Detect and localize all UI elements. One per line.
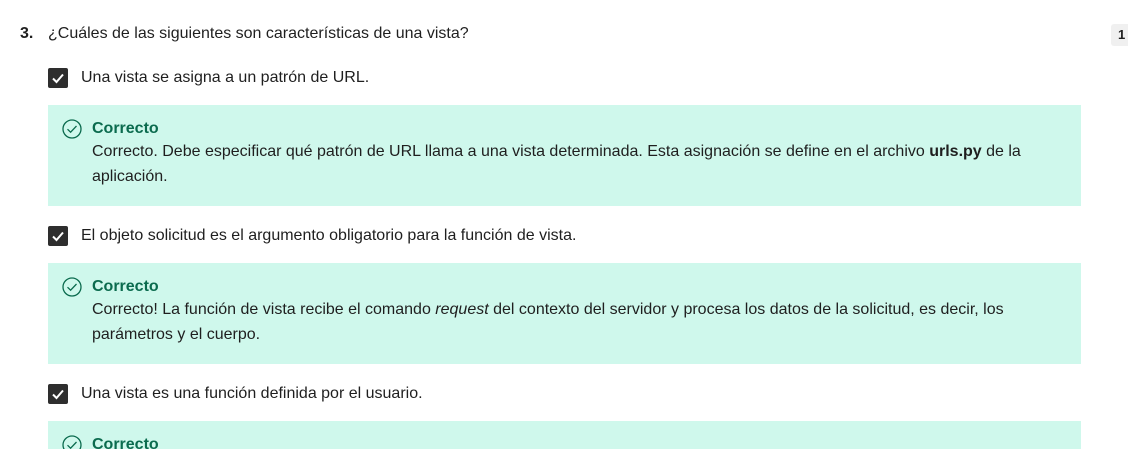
feedback-option-1: Correcto Correcto. Debe especificar qué … xyxy=(48,105,1081,206)
question-header: 3. ¿Cuáles de las siguientes son caracte… xyxy=(20,24,469,44)
option-1[interactable]: Una vista se asigna a un patrón de URL. xyxy=(48,67,369,89)
checkmark-icon xyxy=(52,389,64,400)
feedback-text: Correcto. Debe especificar qué patrón de… xyxy=(92,143,1021,185)
option-label: Una vista se asigna a un patrón de URL. xyxy=(81,69,370,86)
feedback-option-3: Correcto xyxy=(48,421,1081,449)
checkbox-option-1[interactable] xyxy=(48,68,68,88)
feedback-keyword: request xyxy=(435,301,489,318)
feedback-title: Correcto xyxy=(92,120,159,137)
checkbox-option-2[interactable] xyxy=(48,226,68,246)
option-label: Una vista es una función definida por el… xyxy=(81,385,423,402)
question-number: 3. xyxy=(20,25,34,42)
option-2[interactable]: El objeto solicitud es el argumento obli… xyxy=(48,225,576,247)
feedback-title: Correcto xyxy=(92,436,159,449)
check-circle-icon xyxy=(62,119,82,139)
feedback-filename: urls.py xyxy=(929,143,982,160)
option-label: El objeto solicitud es el argumento obli… xyxy=(81,227,577,244)
feedback-option-2: Correcto Correcto! La función de vista r… xyxy=(48,263,1081,364)
option-3[interactable]: Una vista es una función definida por el… xyxy=(48,383,423,405)
checkbox-option-3[interactable] xyxy=(48,384,68,404)
checkmark-icon xyxy=(52,231,64,242)
check-circle-icon xyxy=(62,435,82,449)
points-badge: 1 xyxy=(1111,24,1128,46)
question-text: ¿Cuáles de las siguientes son caracterís… xyxy=(48,25,469,42)
check-circle-icon xyxy=(62,277,82,297)
feedback-title: Correcto xyxy=(92,278,159,295)
checkmark-icon xyxy=(52,73,64,84)
feedback-text: Correcto! La función de vista recibe el … xyxy=(92,301,1004,343)
